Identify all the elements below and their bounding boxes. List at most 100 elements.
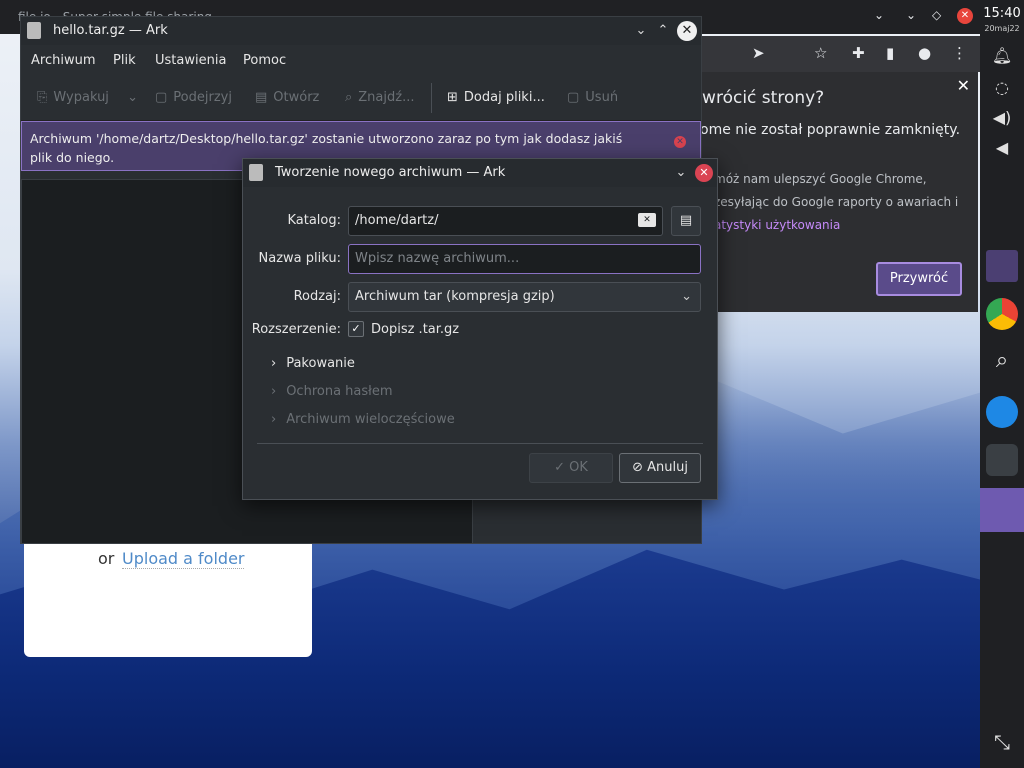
browse-folder-button[interactable]: ▤ xyxy=(671,206,701,236)
dialog-separator xyxy=(257,443,703,444)
close-icon[interactable]: ✕ xyxy=(674,136,686,148)
arrow-left-icon[interactable]: ◀ xyxy=(980,138,1024,157)
restore-title: ywrócić strony? xyxy=(692,88,825,108)
search-icon: ⌕ xyxy=(345,90,353,105)
search-icon[interactable]: ⌕ xyxy=(980,348,1024,373)
remove-button[interactable]: ▢ Usuń xyxy=(567,90,618,105)
ok-button[interactable]: ✓ OK xyxy=(529,453,613,483)
extract-icon: ⎘ xyxy=(37,90,48,105)
profile-icon[interactable]: ● xyxy=(918,44,931,62)
ark-titlebar: hello.tar.gz — Ark ⌄ ⌃ ✕ xyxy=(21,17,701,45)
restore-stats-link[interactable]: atystyki użytkowania xyxy=(714,214,974,237)
or-text: or xyxy=(98,549,115,568)
remove-label: Usuń xyxy=(585,90,619,105)
extension-checkbox-label[interactable]: Dopisz .tar.gz xyxy=(371,322,459,337)
ark-window-title: hello.tar.gz — Ark xyxy=(53,23,168,38)
section-password-label: Ochrona hasłem xyxy=(286,384,393,399)
volume-icon[interactable]: ◀) xyxy=(980,108,1024,127)
restore-info-line2: zesyłając do Google raporty o awariach i xyxy=(714,195,959,209)
open-icon: ▤ xyxy=(255,90,268,105)
toolbar-separator xyxy=(431,83,432,113)
menu-plik[interactable]: Plik xyxy=(113,53,136,68)
info-message-line1: Archiwum '/home/dartz/Desktop/hello.tar.… xyxy=(30,131,623,146)
menu-archiwum[interactable]: Archiwum xyxy=(31,53,96,68)
extract-label: Wypakuj xyxy=(53,90,109,105)
folder-label: Katalog: xyxy=(287,213,341,228)
maximize-icon[interactable]: ◇ xyxy=(932,8,941,22)
section-packing[interactable]: › Pakowanie xyxy=(271,356,355,371)
find-button[interactable]: ⌕ Znajdź... xyxy=(345,90,414,105)
upload-card: or Upload a folder xyxy=(24,540,312,657)
remove-icon: ▢ xyxy=(567,90,580,105)
cancel-icon: ⊘ xyxy=(632,460,648,475)
extension-checkbox[interactable]: ✓ xyxy=(348,321,364,337)
settings-icon[interactable] xyxy=(986,444,1018,476)
menu-icon[interactable]: ⋮ xyxy=(952,44,967,62)
restore-button[interactable]: Przywróć xyxy=(876,262,962,296)
dialog-titlebar: Tworzenie nowego archiwum — Ark ⌄ ✕ xyxy=(243,159,717,187)
lightbulb-icon[interactable]: ◌ xyxy=(980,78,1024,97)
maximize-icon[interactable]: ⌃ xyxy=(653,21,673,41)
open-button[interactable]: ▤ Otwórz xyxy=(255,90,319,105)
chevron-down-icon: ⌄ xyxy=(681,289,692,304)
close-icon[interactable]: ✕ xyxy=(957,76,970,95)
minimize-icon[interactable]: ⌄ xyxy=(631,21,651,41)
ark-icon[interactable] xyxy=(980,488,1024,532)
folder-field[interactable]: /home/dartz/ ✕ xyxy=(348,206,663,236)
add-files-icon: ⊞ xyxy=(447,90,458,105)
close-icon[interactable]: ✕ xyxy=(695,164,713,182)
chevron-right-icon: › xyxy=(271,412,277,427)
close-icon[interactable]: ✕ xyxy=(957,8,973,24)
add-files-button[interactable]: ⊞ Dodaj pliki... xyxy=(447,90,545,105)
menu-pomoc[interactable]: Pomoc xyxy=(243,53,286,68)
checkmark-icon: ✓ xyxy=(351,322,361,335)
dialog-title: Tworzenie nowego archiwum — Ark xyxy=(275,165,506,180)
extract-button[interactable]: ⎘ Wypakuj ⌄ xyxy=(37,90,144,105)
folder-icon[interactable] xyxy=(986,250,1018,282)
open-label: Otwórz xyxy=(273,90,320,105)
minimize-icon[interactable]: ⌄ xyxy=(906,8,916,22)
extension-label: Rozszerzenie: xyxy=(251,322,341,337)
sidepanel-icon[interactable]: ▮ xyxy=(886,44,894,62)
filename-label: Nazwa pliku: xyxy=(258,251,341,266)
preview-icon: ▢ xyxy=(155,90,168,105)
ark-app-icon xyxy=(27,22,41,39)
type-value: Archiwum tar (kompresja gzip) xyxy=(355,289,555,304)
send-icon[interactable]: ➤ xyxy=(752,44,765,62)
kde-connect-icon[interactable] xyxy=(986,396,1018,428)
chrome-icon[interactable] xyxy=(986,298,1018,330)
restore-info: móż nam ulepszyć Google Chrome, zesyłają… xyxy=(714,168,974,237)
section-multivolume-label: Archiwum wieloczęściowe xyxy=(286,412,455,427)
section-multivolume: › Archiwum wieloczęściowe xyxy=(271,412,455,427)
ark-toolbar: ⎘ Wypakuj ⌄ ▢ Podejrzyj ▤ Otwórz ⌕ Znajdź...… xyxy=(21,75,701,121)
filename-field[interactable]: Wpisz nazwę archiwum... xyxy=(348,244,701,274)
menu-ustawienia[interactable]: Ustawienia xyxy=(155,53,226,68)
section-password: › Ochrona hasłem xyxy=(271,384,393,399)
section-packing-label: Pakowanie xyxy=(286,356,355,371)
restore-popup: ywrócić strony? ome nie został poprawnie… xyxy=(692,72,978,312)
cancel-button[interactable]: ⊘ Anuluj xyxy=(619,453,701,483)
menubar: Archiwum Plik Ustawienia Pomoc xyxy=(21,45,701,75)
rotate-icon[interactable]: ⤡ xyxy=(980,730,1024,754)
type-label: Rodzaj: xyxy=(293,289,341,304)
preview-button[interactable]: ▢ Podejrzyj xyxy=(155,90,232,105)
chevron-down-icon[interactable]: ⌄ xyxy=(874,8,884,22)
bell-icon[interactable]: 🔔︎ xyxy=(980,46,1024,65)
restore-message: ome nie został poprawnie zamknięty. xyxy=(700,122,961,138)
extensions-icon[interactable]: ✚ xyxy=(852,44,865,62)
type-select[interactable]: Archiwum tar (kompresja gzip) ⌄ xyxy=(348,282,701,312)
browser-toolbar: ➤ ☆ ✚ ▮ ● ⋮ xyxy=(700,36,980,72)
restore-info-line1: móż nam ulepszyć Google Chrome, xyxy=(714,172,927,186)
star-icon[interactable]: ☆ xyxy=(814,44,827,62)
chevron-right-icon: › xyxy=(271,384,277,399)
upload-folder-link[interactable]: Upload a folder xyxy=(122,549,245,569)
chevron-down-icon[interactable]: ⌄ xyxy=(671,163,691,183)
system-panel: 15:40 20maj22 🔔︎ ◌ ◀) ◀ ⌕ ⤡ xyxy=(980,0,1024,768)
clear-icon[interactable]: ✕ xyxy=(638,213,656,227)
chevron-down-icon: ⌄ xyxy=(127,90,138,105)
preview-label: Podejrzyj xyxy=(173,90,232,105)
clock[interactable]: 15:40 xyxy=(980,6,1024,21)
new-archive-dialog: Tworzenie nowego archiwum — Ark ⌄ ✕ Kata… xyxy=(242,158,718,500)
ark-app-icon xyxy=(249,164,263,181)
close-icon[interactable]: ✕ xyxy=(677,21,697,41)
